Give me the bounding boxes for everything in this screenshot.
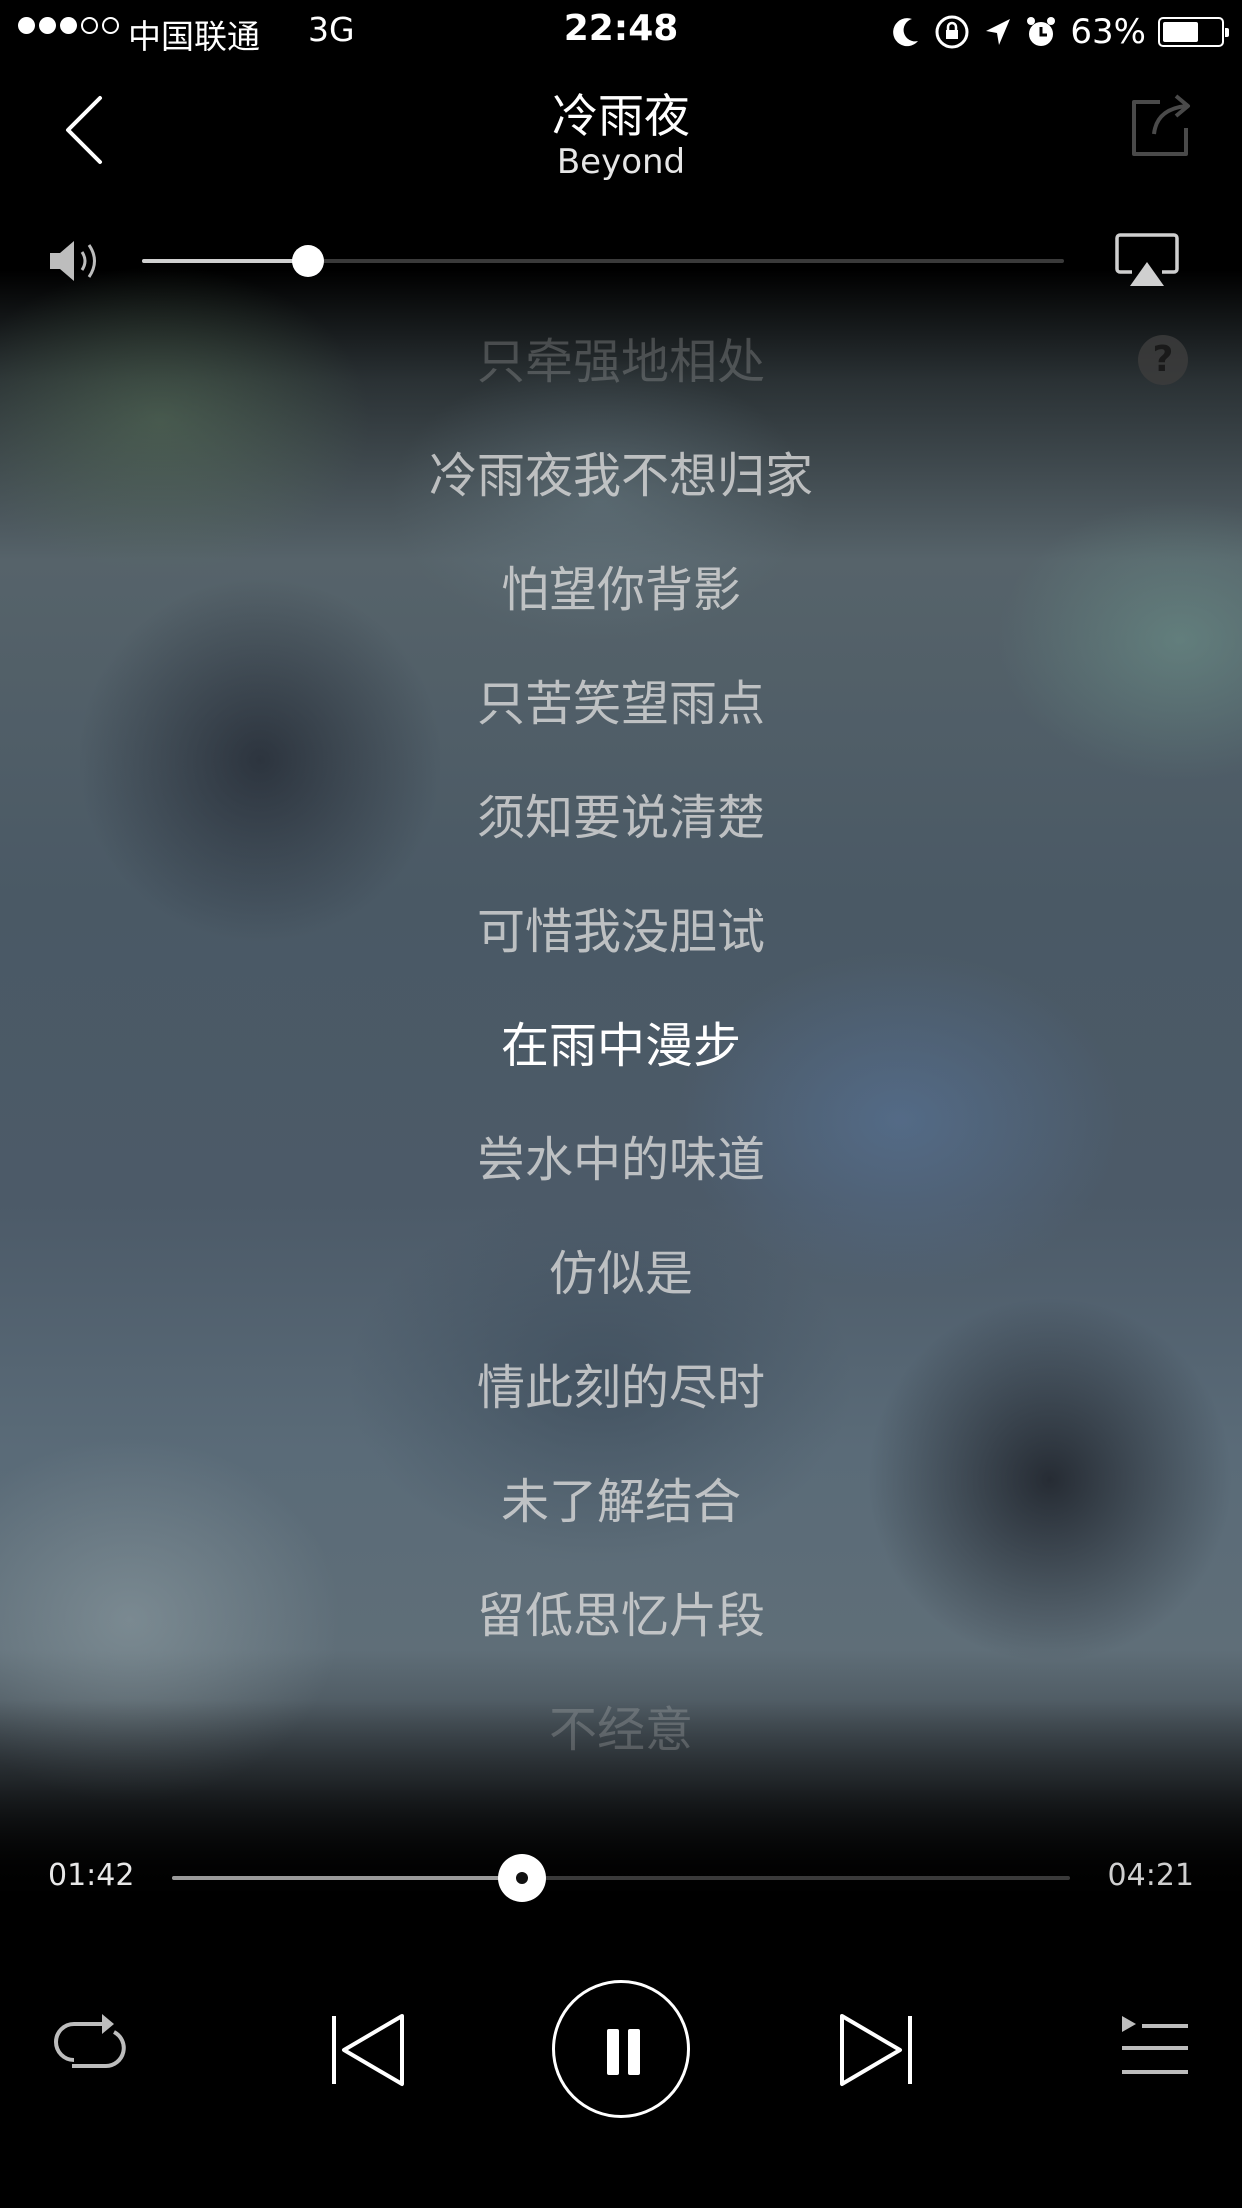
location-arrow-icon bbox=[986, 19, 1011, 45]
lyric-line: 怕望你背影 bbox=[500, 562, 741, 618]
playlist-icon[interactable] bbox=[1118, 2012, 1190, 2078]
lyrics-panel[interactable]: 只牵强地相处 冷雨夜我不想归家 怕望你背影只苦笑望雨点 须知要说清楚 可惜我没胆试 在雨中… bbox=[0, 320, 1242, 1760]
total-time: 04:21 bbox=[1107, 1858, 1194, 1893]
status-icons: 63% bbox=[892, 12, 1229, 52]
lyric-line: 只苦笑望雨点 bbox=[476, 676, 765, 732]
elapsed-time: 01:42 bbox=[48, 1858, 135, 1893]
lyric-line: 冷雨夜我不想归家 bbox=[428, 448, 813, 504]
pause-icon bbox=[607, 2029, 619, 2075]
lyric-line: 尝水中的味道 bbox=[476, 1132, 765, 1188]
status-bar: 中国联通 3G 22:48 63% bbox=[0, 0, 1242, 60]
pause-icon-bar bbox=[628, 2029, 640, 2075]
alarm-icon bbox=[1027, 17, 1056, 46]
battery-icon bbox=[1158, 17, 1229, 47]
progress-knob[interactable] bbox=[498, 1854, 547, 1902]
previous-track-icon[interactable] bbox=[328, 2010, 408, 2090]
volume-fill bbox=[142, 259, 308, 263]
volume-knob[interactable] bbox=[291, 245, 324, 277]
rotation-lock-icon bbox=[935, 15, 969, 49]
current-lyric-line: 在雨中漫步 bbox=[500, 1018, 741, 1074]
progress-fill bbox=[172, 1876, 523, 1880]
share-icon[interactable] bbox=[1126, 90, 1192, 160]
song-title: 冷雨夜 bbox=[552, 89, 690, 143]
lyric-line: 留低思忆片段 bbox=[476, 1588, 765, 1644]
airplay-icon[interactable] bbox=[1114, 232, 1180, 288]
moon-icon bbox=[893, 18, 919, 47]
lyric-line: 须知要说清楚 bbox=[476, 790, 765, 846]
repeat-icon[interactable] bbox=[50, 2010, 130, 2080]
lyric-line: 不经意 bbox=[548, 1702, 693, 1758]
lyric-line: 情此刻的尽时 bbox=[476, 1360, 765, 1416]
lyric-line: 未了解结合 bbox=[500, 1474, 741, 1530]
progress-slider[interactable] bbox=[172, 1854, 1070, 1902]
pause-button[interactable] bbox=[552, 1980, 690, 2118]
next-track-icon[interactable] bbox=[836, 2010, 916, 2090]
battery-percent: 63% bbox=[1070, 12, 1146, 52]
lyric-line: 仿似是 bbox=[548, 1246, 693, 1302]
lyric-line: 只牵强地相处 bbox=[476, 334, 765, 390]
volume-slider[interactable] bbox=[142, 245, 1064, 277]
artist-name: Beyond bbox=[556, 142, 686, 182]
speaker-icon bbox=[50, 241, 96, 281]
lyric-line: 可惜我没胆试 bbox=[476, 904, 765, 960]
